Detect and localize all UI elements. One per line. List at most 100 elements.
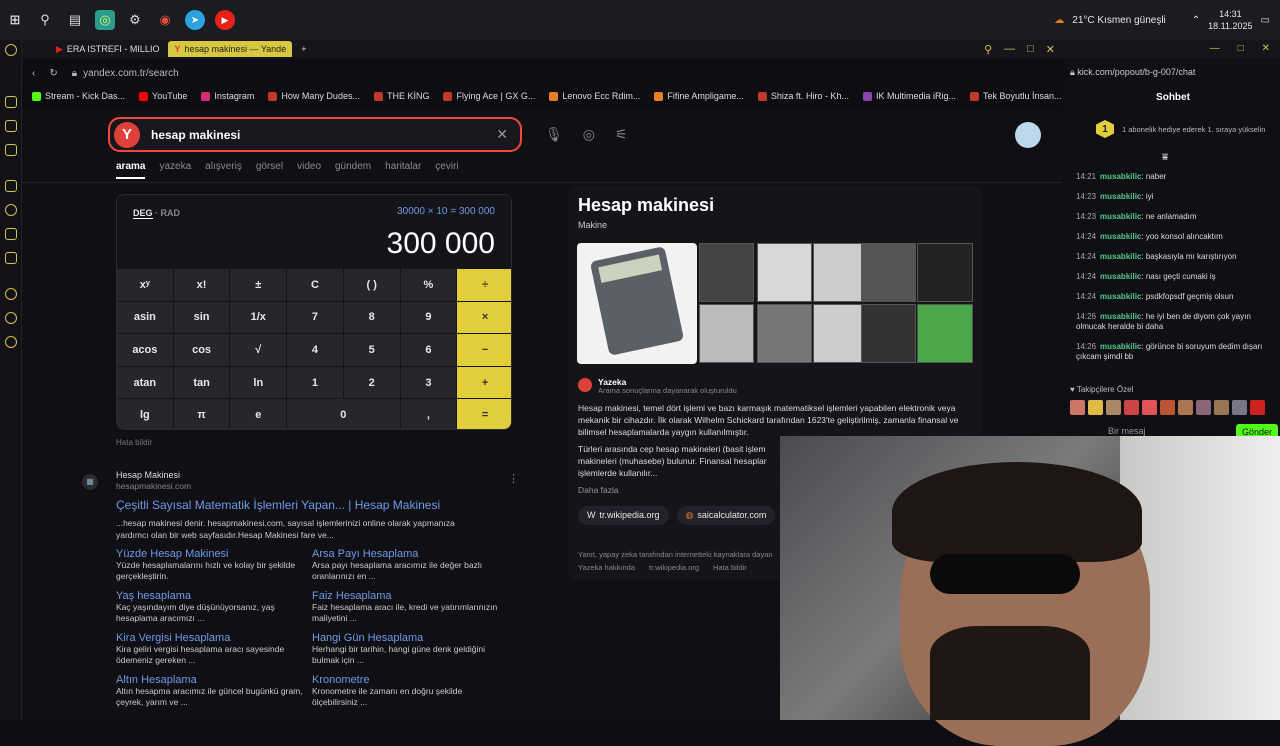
calculator-thumbnail[interactable]	[917, 304, 973, 363]
task-view-icon[interactable]: ▤	[65, 10, 85, 30]
bookmark-item[interactable]: Fifine Ampligame...	[654, 91, 744, 101]
minimize-icon[interactable]: —	[1004, 43, 1015, 55]
search-tabs-icon[interactable]: ⚲	[984, 43, 992, 56]
chat-user[interactable]: musabkilic	[1100, 232, 1141, 241]
calc-key[interactable]: asin	[117, 301, 173, 334]
voice-icon[interactable]: 🎙︎	[545, 126, 563, 143]
calc-key[interactable]: xʸ	[117, 269, 173, 301]
calc-key[interactable]: 2	[343, 366, 400, 399]
search-box[interactable]: Y hesap makinesi ✕	[108, 117, 522, 152]
calculator-thumbnail[interactable]	[757, 243, 812, 302]
chat-user[interactable]: musabkilic	[1100, 292, 1141, 301]
calc-key[interactable]: +	[457, 366, 511, 399]
chat-user[interactable]: musabkilic	[1100, 192, 1141, 201]
emote-icon[interactable]	[1196, 400, 1211, 415]
tab-0[interactable]: arama	[116, 161, 146, 179]
bookmark-item[interactable]: Lenovo Ecc Rdim...	[549, 91, 640, 101]
result-title[interactable]: Çeşitli Sayısal Matematik İşlemleri Yapa…	[116, 498, 516, 512]
close-icon[interactable]: ✕	[1046, 43, 1055, 56]
emote-icon[interactable]	[1124, 400, 1139, 415]
calc-key[interactable]: x!	[173, 269, 230, 301]
calculator-thumbnail[interactable]	[699, 243, 754, 302]
calc-key[interactable]: %	[400, 269, 457, 301]
result-url[interactable]: hesapmakinesi.com	[116, 481, 516, 491]
notification-icon[interactable]: ▭	[1261, 15, 1270, 26]
bookmark-item[interactable]: Instagram	[201, 91, 254, 101]
calculator-thumbnail[interactable]	[861, 304, 916, 363]
messenger-icon[interactable]	[4, 144, 17, 156]
calc-key[interactable]: 9	[400, 301, 457, 334]
kb-more[interactable]: Daha fazla	[578, 485, 619, 495]
home-icon[interactable]	[4, 44, 17, 56]
kb-footer-link-wiki[interactable]: tr.wikipedia.org	[649, 563, 699, 572]
calc-key[interactable]: 0	[287, 399, 400, 429]
chip-wikipedia[interactable]: W tr.wikipedia.org	[578, 506, 669, 525]
calc-key[interactable]: ÷	[457, 269, 511, 301]
calc-key[interactable]: sin	[173, 301, 230, 334]
whatsapp-icon[interactable]	[4, 228, 17, 240]
emote-icon[interactable]	[1088, 400, 1103, 415]
discord-icon[interactable]	[4, 180, 17, 192]
calc-key[interactable]: 5	[343, 334, 400, 366]
sitelink-title[interactable]: Hangi Gün Hesaplama	[312, 632, 508, 644]
calc-key[interactable]: 1/x	[230, 301, 287, 334]
chat-user[interactable]: musabkilic	[1100, 342, 1141, 351]
profile-avatar[interactable]	[1015, 122, 1041, 148]
calc-key[interactable]: 7	[287, 301, 343, 334]
calc-key[interactable]: lg	[117, 399, 173, 429]
history-icon[interactable]	[4, 312, 17, 324]
chrome-icon[interactable]: ◉	[155, 10, 175, 30]
tab-2[interactable]: alışveriş	[205, 161, 242, 179]
filter-icon[interactable]: ⚟	[615, 126, 628, 143]
bookmark-item[interactable]: Tek Boyutlu İnsan...	[969, 91, 1062, 101]
sitelink-title[interactable]: Kira Vergisi Hesaplama	[116, 632, 312, 644]
calc-key[interactable]: 3	[400, 366, 457, 399]
maximize-icon[interactable]: □	[1027, 43, 1034, 55]
chat-user[interactable]: musabkilic	[1100, 312, 1141, 321]
twitch-icon[interactable]	[4, 252, 17, 264]
calc-key[interactable]: atan	[117, 366, 173, 399]
tab-5[interactable]: gündem	[335, 161, 371, 179]
emote-icon[interactable]	[1106, 400, 1121, 415]
opera-gx-icon[interactable]: ◎	[95, 10, 115, 30]
result-menu-icon[interactable]: ⋮	[508, 472, 519, 485]
calc-key[interactable]: 1	[287, 366, 343, 399]
report-link[interactable]: Hata bildir	[116, 438, 152, 447]
settings-icon[interactable]	[4, 204, 17, 216]
tab-1[interactable]: yazeka	[159, 161, 191, 179]
emote-icon[interactable]	[1142, 400, 1157, 415]
calc-key[interactable]: 4	[287, 334, 343, 366]
tab-yandex[interactable]: Yhesap makinesi — Yande	[168, 41, 293, 57]
sitelink-title[interactable]: Yaş hesaplama	[116, 590, 312, 602]
calc-key[interactable]: ,	[400, 399, 457, 429]
youtube-music-icon[interactable]: ▶	[215, 10, 235, 30]
calculator-thumbnail[interactable]	[861, 243, 916, 302]
calculator-thumbnail[interactable]	[699, 304, 754, 363]
tray-chevron-icon[interactable]: ⌃	[1192, 15, 1200, 26]
sitelink-title[interactable]: Kronometre	[312, 674, 508, 686]
calculator-thumbnail[interactable]	[757, 304, 812, 363]
calc-key[interactable]: ±	[230, 269, 287, 301]
telegram-icon[interactable]: ➤	[185, 10, 205, 30]
chat-user[interactable]: musabkilic	[1100, 212, 1141, 221]
calculator-thumbnail[interactable]	[813, 243, 868, 302]
calc-key[interactable]: π	[173, 399, 230, 429]
camera-icon[interactable]: ◎	[583, 126, 595, 143]
emote-icon[interactable]	[1250, 400, 1265, 415]
chip-saicalculator[interactable]: ◍ saicalculator.com	[676, 506, 776, 525]
back-icon[interactable]: ‹	[32, 68, 35, 79]
calculator-thumbnail[interactable]	[917, 243, 973, 302]
calculator-image-main[interactable]	[577, 243, 697, 364]
emote-icon[interactable]	[1178, 400, 1193, 415]
weather-text[interactable]: 21°C Kısmen güneşli	[1072, 15, 1166, 26]
bookmark-item[interactable]: Flying Ace | GX G...	[443, 91, 535, 101]
bookmark-item[interactable]: Shiza ft. Hiro - Kh...	[757, 91, 849, 101]
clock[interactable]: 14:31 18.11.2025	[1208, 8, 1252, 32]
calc-key[interactable]: ( )	[343, 269, 400, 301]
chat-minimize-icon[interactable]: —	[1210, 43, 1220, 54]
chat-close-icon[interactable]: ✕	[1262, 43, 1270, 54]
chat-user[interactable]: musabkilic	[1100, 272, 1141, 281]
emote-icon[interactable]	[1070, 400, 1085, 415]
tab-4[interactable]: video	[297, 161, 321, 179]
sitelink-title[interactable]: Arsa Payı Hesaplama	[312, 548, 508, 560]
